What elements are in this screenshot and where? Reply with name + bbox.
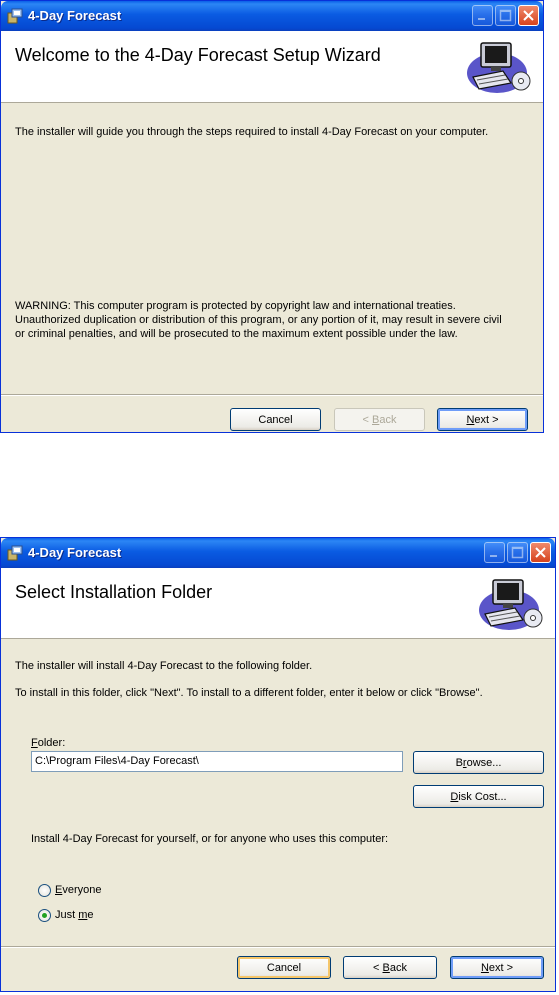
maximize-button[interactable]: [507, 542, 528, 563]
radio-just-me[interactable]: Just me: [38, 908, 138, 924]
radio-button[interactable]: [38, 884, 51, 897]
wizard-header: Select Installation Folder: [1, 568, 555, 639]
cancel-button[interactable]: Cancel: [237, 956, 331, 979]
warning-line-1: WARNING: This computer program is protec…: [15, 300, 456, 312]
radio-selected-dot: [42, 913, 47, 918]
back-button[interactable]: < Back: [343, 956, 437, 979]
folder-label: Folder:: [31, 737, 66, 749]
setup-app-icon: [7, 8, 23, 24]
install-for-text: Install 4-Day Forecast for yourself, or …: [31, 833, 389, 845]
welcome-window: 4-Day Forecast Welcome to the 4-Day Fore…: [0, 0, 544, 433]
computer-cd-graphic: [461, 37, 535, 97]
page-title: Welcome to the 4-Day Forecast Setup Wiza…: [15, 45, 381, 65]
folder-path-input[interactable]: C:\Program Files\4-Day Forecast\: [31, 751, 403, 772]
close-button[interactable]: [530, 542, 551, 563]
title-bar[interactable]: 4-Day Forecast: [1, 538, 555, 568]
radio-button[interactable]: [38, 909, 51, 922]
window-title: 4-Day Forecast: [28, 8, 122, 23]
setup-app-icon: [7, 545, 23, 561]
footer-separator: [1, 394, 543, 396]
info-line-1: The installer will install 4-Day Forecas…: [15, 660, 313, 672]
back-button[interactable]: < Back: [334, 408, 425, 431]
info-line-2: To install in this folder, click "Next".…: [15, 687, 483, 699]
wizard-header: Welcome to the 4-Day Forecast Setup Wiza…: [1, 31, 543, 103]
minimize-button[interactable]: [484, 542, 505, 563]
next-button[interactable]: Next >: [450, 956, 544, 979]
minimize-button[interactable]: [472, 5, 493, 26]
page-title: Select Installation Folder: [15, 582, 213, 602]
computer-cd-graphic: [473, 574, 547, 634]
window-title: 4-Day Forecast: [28, 545, 122, 560]
maximize-button[interactable]: [495, 5, 516, 26]
radio-label: Everyone: [55, 884, 102, 896]
warning-line-2: Unauthorized duplication or distribution…: [15, 314, 502, 326]
intro-text: The installer will guide you through the…: [15, 126, 489, 138]
close-button[interactable]: [518, 5, 539, 26]
cancel-button[interactable]: Cancel: [230, 408, 321, 431]
title-bar[interactable]: 4-Day Forecast: [1, 1, 543, 31]
footer-separator: [1, 946, 555, 948]
radio-label: Just me: [55, 909, 94, 921]
install-folder-window: 4-Day Forecast Select Installation Folde…: [0, 537, 556, 992]
warning-line-3: or criminal penalties, and will be prose…: [15, 328, 458, 340]
radio-everyone[interactable]: Everyone: [38, 883, 138, 899]
browse-button[interactable]: Br owse...: [413, 751, 544, 774]
next-button[interactable]: Next >: [437, 408, 528, 431]
disk-cost-button[interactable]: Disk Cost...: [413, 785, 544, 808]
